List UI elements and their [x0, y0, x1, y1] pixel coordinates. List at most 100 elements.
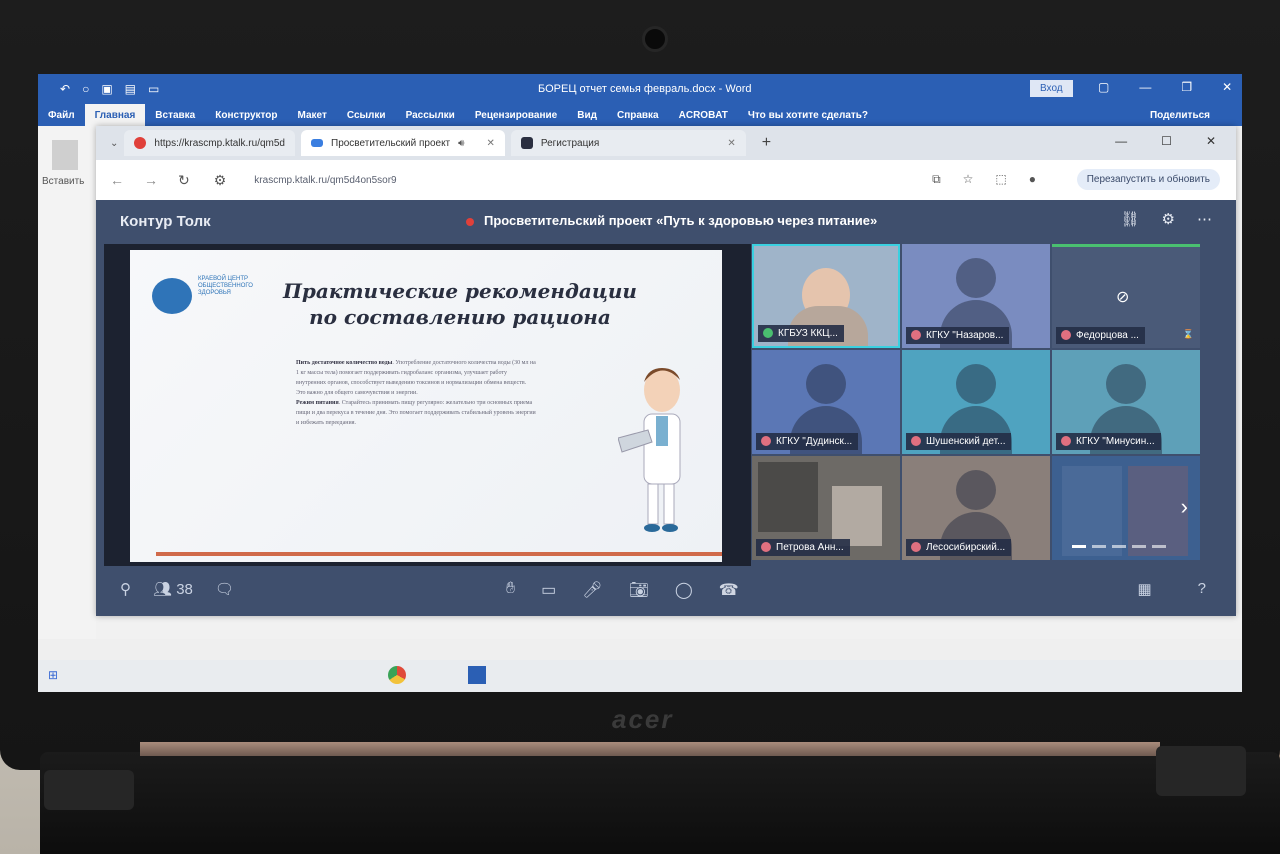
close-tab-icon[interactable]: ✕	[486, 138, 494, 149]
word-status-bar	[38, 639, 1242, 661]
minimize-icon[interactable]: —	[1115, 134, 1127, 148]
participant-tile-active-speaker[interactable]: КГБУЗ ККЦ...	[752, 244, 900, 348]
share-button[interactable]: Поделиться	[1140, 104, 1220, 127]
pagination-dot[interactable]	[1132, 545, 1146, 548]
profile-icon[interactable]: ●	[1029, 172, 1036, 187]
participant-tile[interactable]: Шушенский дет...	[902, 350, 1050, 454]
ribbon-tab[interactable]: Рассылки	[396, 104, 465, 126]
toolbar-center: ✋︎ ▭ 🎤︎ 📷︎ ◯ ☎	[506, 580, 739, 600]
leave-call-icon[interactable]: ☎	[719, 580, 739, 600]
pagination-dot[interactable]	[1092, 545, 1106, 548]
ribbon-tab[interactable]: Главная	[84, 104, 146, 126]
ribbon-tab[interactable]: Файл	[38, 104, 85, 126]
extensions-icon[interactable]: ⬚	[995, 172, 1006, 187]
mic-muted-icon	[911, 542, 921, 552]
chat-icon[interactable]: 🗨︎	[215, 580, 234, 598]
pagination-dot[interactable]	[1152, 545, 1166, 548]
browser-tab[interactable]: https://krascmp.ktalk.ru/qm5d	[124, 130, 295, 156]
sign-in-button[interactable]: Вход	[1030, 80, 1073, 97]
link-icon[interactable]: ⛓	[1121, 210, 1140, 228]
close-icon[interactable]: ✕	[1222, 80, 1232, 94]
pagination-dot[interactable]	[1072, 545, 1086, 548]
apps-icon[interactable]: ⚲	[120, 580, 131, 598]
ribbon-tab[interactable]: Вставка	[145, 104, 205, 126]
participants-button[interactable]: 👥︎ 38	[153, 580, 193, 598]
ribbon-tab[interactable]: Справка	[607, 104, 669, 126]
header-actions: ⛓ ⚙ ⋯	[1121, 210, 1213, 228]
print-preview-icon[interactable]: ▤	[125, 82, 136, 96]
laptop-screen: ↶ ○ ▣ ▤ ▭ БОРЕЦ отчет семья февраль.docx…	[38, 74, 1242, 692]
maximize-icon[interactable]: ☐	[1161, 134, 1172, 148]
site-info-icon[interactable]: ⚙	[214, 172, 227, 189]
camera-icon[interactable]: 📷︎	[629, 580, 649, 600]
participant-tile[interactable]: Петрова Анн...	[752, 456, 900, 560]
browser-tab[interactable]: Регистрация ✕	[510, 130, 746, 156]
ribbon-tab[interactable]: Макет	[288, 104, 337, 126]
shared-presentation: КРАЕВОЙ ЦЕНТР ОБЩЕСТВЕННОГО ЗДОРОВЬЯ Пра…	[104, 244, 751, 566]
tab-search-icon[interactable]: ⌄	[110, 138, 118, 149]
slide-point2-lead: Режим питания	[296, 400, 339, 406]
speaker-icon[interactable]: 🔊︎	[458, 138, 464, 149]
meeting-header: Контур Толк Просветительский проект «Пут…	[96, 200, 1236, 240]
paste-icon[interactable]	[52, 140, 78, 170]
avatar	[956, 258, 996, 298]
relaunch-update-button[interactable]: Перезапустить и обновить	[1076, 169, 1220, 190]
redo-icon[interactable]: ○	[82, 82, 89, 96]
tell-me-box[interactable]: Что вы хотите сделать?	[738, 104, 878, 126]
open-folder-icon[interactable]: ▭	[148, 82, 159, 96]
help-icon[interactable]: ?	[1198, 580, 1206, 598]
mic-muted-icon	[911, 330, 921, 340]
video-camera-icon	[311, 139, 323, 147]
hourglass-icon: ⌛	[1182, 329, 1194, 339]
ribbon-tab[interactable]: Рецензирование	[465, 104, 567, 126]
screen-share-button-icon[interactable]: ▭	[541, 580, 556, 600]
raise-hand-icon[interactable]: ✋︎	[506, 580, 515, 600]
participant-tile[interactable]: Лесосибирский...	[902, 456, 1050, 560]
participant-tile[interactable]: КГКУ "Назаров...	[902, 244, 1050, 348]
next-page-arrow-icon[interactable]: ›	[1181, 494, 1188, 520]
close-icon[interactable]: ✕	[1206, 134, 1216, 148]
layout-icon[interactable]: ▦	[1137, 580, 1151, 598]
save-icon[interactable]: ▣	[101, 82, 112, 96]
participant-tile[interactable]: КГКУ "Дудинск...	[752, 350, 900, 454]
url-field[interactable]: krascmp.ktalk.ru/qm5d4on5sor9	[254, 175, 396, 186]
slide-heading: Практические рекомендации по составлению…	[270, 278, 650, 330]
avatar	[806, 364, 846, 404]
doctor-illustration	[618, 368, 681, 532]
tab-title: https://krascmp.ktalk.ru/qm5d	[154, 137, 285, 149]
bookmark-star-icon[interactable]: ☆	[963, 172, 974, 187]
ribbon-tab[interactable]: Вид	[567, 104, 607, 126]
more-options-icon[interactable]: ⋯	[1197, 210, 1212, 228]
grid-pagination	[1072, 545, 1166, 548]
ribbon-display-icon[interactable]: ▢	[1098, 80, 1109, 94]
minimize-icon[interactable]: —	[1139, 80, 1151, 94]
participant-tile[interactable]: КГКУ "Минусин...	[1052, 350, 1200, 454]
word-taskbar-icon[interactable]	[468, 666, 486, 684]
participant-tile-more[interactable]: ›	[1052, 456, 1200, 560]
browser-tab-active[interactable]: Просветительский проект 🔊︎ ✕	[301, 130, 505, 156]
avatar	[956, 470, 996, 510]
chrome-icon[interactable]	[388, 666, 406, 684]
restore-icon[interactable]: ❐	[1181, 80, 1192, 94]
screen-share-icon	[763, 328, 773, 338]
browser-window-controls: — ☐ ✕	[1115, 134, 1216, 148]
ribbon-tab[interactable]: Ссылки	[337, 104, 396, 126]
laptop-brand-logo: acer	[612, 704, 674, 734]
slide-body-text: Пить достаточное количество воды. Употре…	[296, 360, 536, 426]
new-tab-icon[interactable]: +	[762, 134, 771, 152]
pagination-dot[interactable]	[1112, 545, 1126, 548]
microphone-icon[interactable]: 🎤︎	[582, 580, 602, 600]
ribbon-tab[interactable]: ACROBAT	[669, 104, 738, 126]
windows-start-icon[interactable]: ⊞	[48, 668, 58, 682]
close-tab-icon[interactable]: ✕	[727, 138, 735, 149]
forward-icon[interactable]: →	[144, 172, 158, 188]
reload-icon[interactable]: ↻	[178, 172, 190, 189]
undo-icon[interactable]: ↶	[60, 82, 70, 96]
install-app-icon[interactable]: ⧉	[932, 172, 941, 187]
back-icon[interactable]: ←	[110, 172, 124, 188]
participant-tile[interactable]: ⊘ Федорцова ... ⌛	[1052, 244, 1200, 348]
camera-off-icon: ⊘	[1116, 289, 1130, 306]
settings-gear-icon[interactable]: ⚙	[1162, 210, 1175, 228]
ribbon-tab[interactable]: Конструктор	[205, 104, 287, 126]
reaction-icon[interactable]: ◯	[675, 580, 693, 600]
